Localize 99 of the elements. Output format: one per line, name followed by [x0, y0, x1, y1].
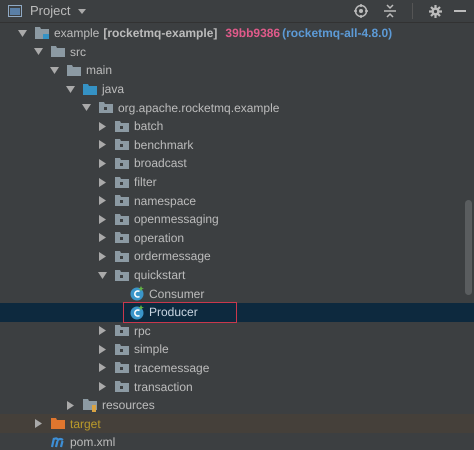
collapse-icon[interactable]	[384, 4, 396, 18]
collapsed-arrow-icon[interactable]	[98, 382, 107, 392]
package-folder-icon	[114, 324, 130, 338]
folder-icon	[66, 64, 82, 77]
tree-row[interactable]: example [rocketmq-example] 39bb9386 (rocketmq-all-4.8.0)	[0, 24, 474, 43]
tree-row[interactable]: quickstart	[0, 266, 474, 284]
window-icon	[8, 5, 22, 17]
expanded-arrow-icon[interactable]	[82, 103, 91, 112]
scrollbar-thumb[interactable]	[465, 200, 472, 295]
branch-label: (rocketmq-all-4.8.0)	[282, 25, 392, 42]
collapsed-arrow-icon[interactable]	[98, 196, 107, 206]
node-label: org.apache.rocketmq.example	[118, 100, 280, 117]
package-folder-icon	[114, 138, 130, 152]
node-label: filter	[134, 174, 157, 192]
package-folder-icon	[98, 101, 114, 114]
tree-row[interactable]: java	[0, 80, 474, 98]
package-folder-icon	[114, 212, 130, 226]
node-label: quickstart	[134, 267, 186, 284]
folder-icon	[50, 45, 66, 58]
package-folder-icon	[114, 194, 130, 208]
tree-row[interactable]: tracemessage	[0, 358, 474, 378]
tree-row[interactable]: benchmark	[0, 136, 474, 154]
tree-row[interactable]: simple	[0, 340, 474, 359]
node-label: rpc	[134, 322, 151, 340]
tree-row[interactable]: Consumer	[0, 284, 474, 303]
collapsed-arrow-icon[interactable]	[98, 178, 107, 187]
tree-row[interactable]: batch	[0, 116, 474, 136]
package-folder-icon	[114, 156, 130, 170]
panel-title[interactable]: Project	[30, 1, 70, 21]
node-label: benchmark	[134, 136, 194, 154]
collapsed-arrow-icon[interactable]	[98, 252, 107, 261]
expanded-arrow-icon[interactable]	[34, 47, 43, 56]
tree-row[interactable]: Producer	[0, 302, 474, 322]
collapsed-arrow-icon[interactable]	[98, 122, 107, 131]
folder-icon	[50, 417, 66, 430]
tree-row[interactable]: org.apache.rocketmq.example	[0, 98, 474, 117]
tree-row[interactable]: target	[0, 414, 474, 434]
collapsed-arrow-icon[interactable]	[34, 419, 43, 428]
node-label: Producer	[149, 304, 198, 322]
expanded-arrow-icon[interactable]	[18, 28, 27, 38]
node-label: tracemessage	[134, 360, 210, 377]
node-label: main	[86, 62, 112, 80]
node-label: batch	[134, 118, 164, 136]
node-label: target	[70, 416, 101, 433]
node-label: example	[54, 25, 100, 42]
collapsed-arrow-icon[interactable]	[98, 158, 107, 168]
package-folder-icon	[114, 361, 130, 374]
tree-row[interactable]: filter	[0, 172, 474, 192]
maven-icon	[50, 436, 66, 448]
package-folder-icon	[114, 250, 130, 263]
collapsed-arrow-icon[interactable]	[98, 326, 107, 336]
tree-row[interactable]: src	[0, 42, 474, 62]
node-label: java	[102, 81, 124, 98]
collapsed-arrow-icon[interactable]	[98, 344, 107, 354]
tree-row[interactable]: namespace	[0, 191, 474, 210]
tree-row[interactable]: pom.xml	[0, 433, 474, 450]
tree-row[interactable]: rpc	[0, 322, 474, 340]
node-label: broadcast	[134, 155, 187, 172]
node-label: operation	[134, 230, 184, 247]
node-label: resources	[102, 397, 155, 414]
collapsed-arrow-icon[interactable]	[66, 400, 75, 410]
tree-row[interactable]: broadcast	[0, 154, 474, 173]
package-folder-icon	[114, 268, 130, 282]
module-folder-icon	[34, 26, 50, 40]
package-folder-icon	[114, 120, 130, 133]
tree-row[interactable]: main	[0, 61, 474, 80]
node-label: simple	[134, 341, 169, 358]
node-label: src	[70, 44, 86, 61]
node-label: namespace	[134, 192, 196, 210]
collapsed-arrow-icon[interactable]	[98, 140, 107, 150]
node-label: ordermessage	[134, 248, 211, 266]
node-label: transaction	[134, 378, 193, 396]
class-icon	[130, 304, 145, 320]
caret-icon[interactable]	[78, 8, 86, 14]
node-label: pom.xml	[70, 434, 116, 450]
locate-icon[interactable]	[354, 4, 368, 18]
settings-icon[interactable]	[429, 4, 442, 18]
expanded-arrow-icon[interactable]	[50, 66, 59, 75]
tree-row[interactable]: operation	[0, 228, 474, 248]
module-name: [rocketmq-example]	[103, 25, 218, 42]
package-folder-icon	[114, 380, 130, 394]
collapsed-arrow-icon[interactable]	[98, 214, 107, 224]
tree-row[interactable]: openmessaging	[0, 210, 474, 229]
expanded-arrow-icon[interactable]	[98, 270, 107, 280]
collapsed-arrow-icon[interactable]	[98, 363, 107, 372]
tree-row[interactable]: ordermessage	[0, 247, 474, 266]
collapsed-arrow-icon[interactable]	[98, 233, 107, 242]
resources-folder-icon	[82, 398, 98, 412]
package-folder-icon	[114, 342, 130, 356]
class-icon	[130, 286, 145, 302]
node-label: openmessaging	[134, 211, 219, 228]
node-label: Consumer	[149, 286, 204, 303]
tree-row[interactable]: transaction	[0, 377, 474, 396]
tree-row[interactable]: resources	[0, 396, 474, 414]
package-folder-icon	[114, 176, 130, 189]
folder-icon	[82, 82, 98, 96]
package-folder-icon	[114, 231, 130, 244]
expanded-arrow-icon[interactable]	[66, 84, 75, 94]
revision-label: 39bb9386	[225, 25, 280, 42]
